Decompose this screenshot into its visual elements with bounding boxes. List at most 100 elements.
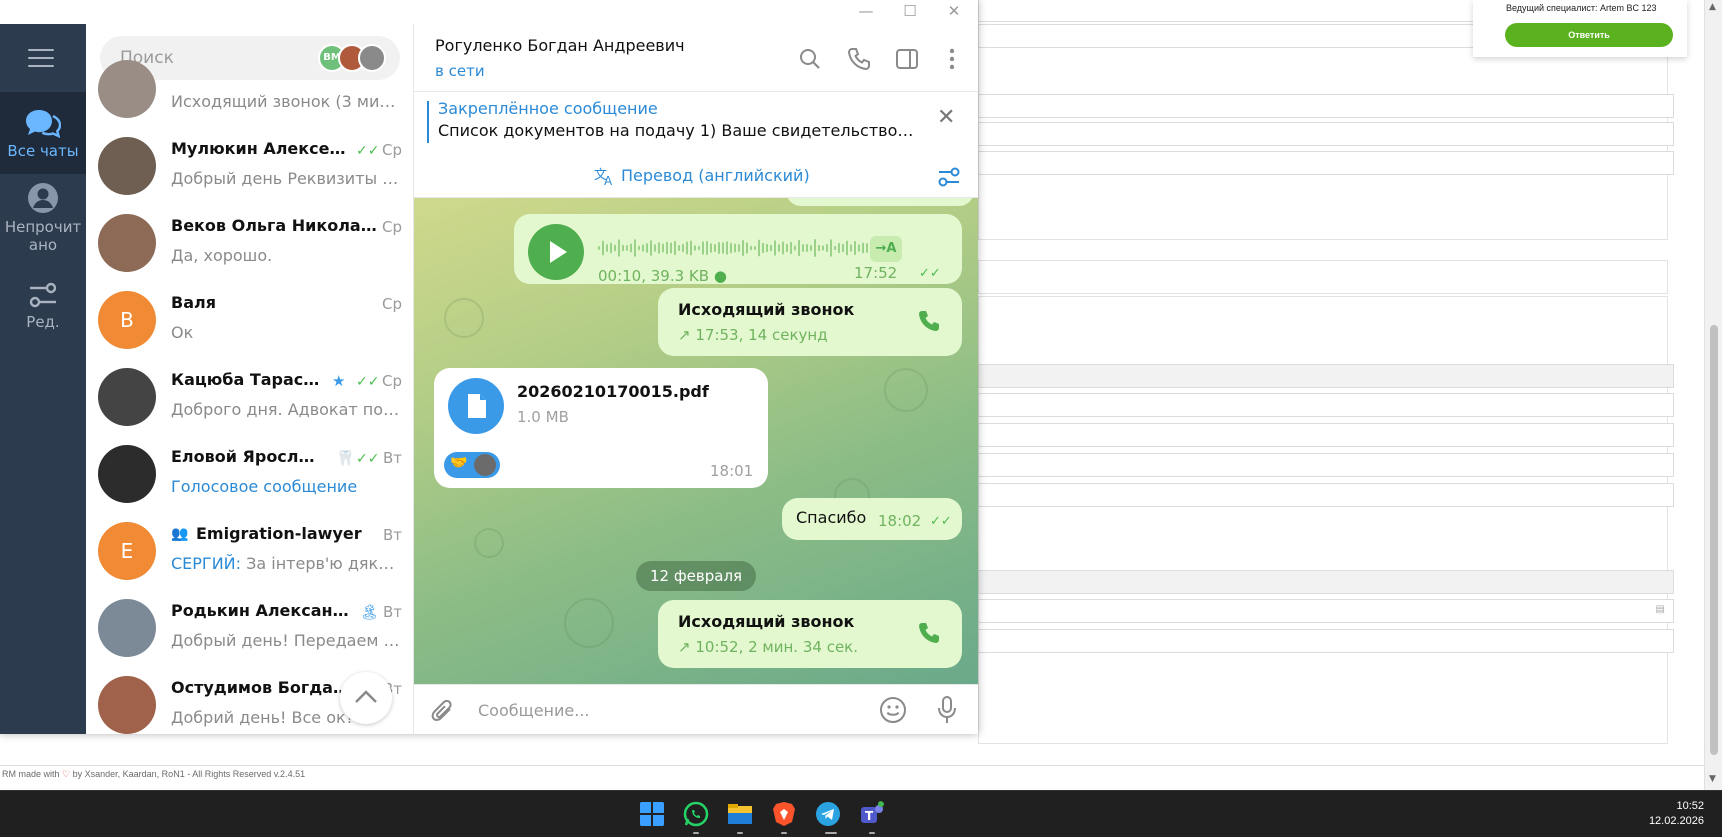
chat-item[interactable]: В Валя Ср Ок (86, 283, 413, 360)
chat-name: Остудимов Богдан А... (171, 678, 351, 697)
translate-settings-icon[interactable] (937, 166, 961, 188)
chat-item[interactable]: Мулюкин Алексей В... ✓✓ Ср Добрый день Р… (86, 129, 413, 206)
folder-edit[interactable]: Ред. (0, 277, 86, 347)
background-doodle (474, 528, 504, 558)
crm-field[interactable] (978, 122, 1674, 146)
chat-date: Вт (382, 603, 402, 621)
reply-button[interactable]: Ответить (1505, 23, 1673, 47)
message-input[interactable] (478, 697, 858, 723)
teams-icon[interactable]: T (859, 801, 885, 827)
crm-field[interactable] (978, 151, 1674, 175)
more-vertical-icon[interactable] (939, 46, 965, 72)
waveform-bar (618, 239, 620, 257)
conversation-header[interactable]: Рогуленко Богдан Андреевич в сети (414, 24, 978, 92)
hamburger-menu-icon[interactable] (28, 49, 54, 73)
outgoing-call-message[interactable]: Исходящий звонок ↗ 17:53, 14 секунд (658, 288, 962, 356)
message-time: 18:01 (710, 462, 754, 480)
chat-item[interactable]: Веков Ольга Николаевна Ср Да, хорошо. (86, 206, 413, 283)
scroll-to-top-button[interactable] (340, 672, 392, 724)
waveform-bar (686, 241, 688, 255)
crm-field[interactable] (978, 570, 1674, 594)
chat-preview: Голосовое сообщение (171, 477, 358, 496)
transcribe-button[interactable]: →A (870, 236, 902, 262)
message-bubble-partial[interactable] (786, 198, 974, 206)
minimize-icon[interactable]: — (844, 0, 888, 24)
chat-item[interactable]: E 👥 Emigration-lawyer Вт СЕРГИЙ: За інте… (86, 514, 413, 591)
running-indicator (737, 832, 743, 834)
document-icon[interactable] (448, 378, 504, 434)
brave-browser-icon[interactable] (771, 801, 797, 827)
contact-name[interactable]: Рогуленко Богдан Андреевич (435, 36, 685, 55)
folder-all-chats[interactable]: Все чаты (0, 92, 86, 174)
chat-item[interactable]: Родькин Александр ... 🏝 Вт Добрый день! … (86, 591, 413, 668)
crm-field[interactable] (978, 364, 1674, 388)
phone-icon[interactable] (846, 46, 872, 72)
whatsapp-icon[interactable] (683, 801, 709, 827)
file-explorer-icon[interactable] (727, 801, 753, 827)
close-window-icon[interactable]: ✕ (932, 0, 976, 24)
text-message[interactable]: Спасибо 18:02 ✓✓ (782, 498, 962, 540)
chat-preview: Да, хорошо. (171, 246, 273, 265)
voice-message[interactable]: →A 00:10, 39.3 KB ● 17:52 ✓✓ (514, 214, 962, 285)
scroll-up-arrow-icon[interactable]: ▲ (1709, 2, 1716, 12)
attach-icon[interactable] (430, 697, 456, 725)
file-message[interactable]: 20260210170015.pdf 1.0 MB 🤝 18:01 (434, 368, 768, 488)
scrollbar-thumb[interactable] (1710, 325, 1718, 755)
avatar (98, 599, 156, 657)
folder-unread[interactable]: Непрочит ано (0, 182, 86, 268)
microphone-icon[interactable] (936, 695, 958, 725)
windows-start-icon[interactable] (639, 801, 665, 827)
waveform-bar (706, 241, 708, 255)
system-clock[interactable]: 10:52 12.02.2026 (1649, 799, 1704, 829)
clock-time: 10:52 (1676, 800, 1704, 812)
chevron-up-icon (355, 690, 377, 703)
double-check-icon: ✓✓ (930, 514, 952, 529)
chat-item[interactable]: Еловой Ярослав ... 🦷 ✓✓ Вт Голосовое соо… (86, 437, 413, 514)
close-pinned-icon[interactable]: ✕ (937, 105, 955, 130)
play-button[interactable] (528, 224, 584, 280)
outgoing-call-message[interactable]: Исходящий звонок ↗ 10:52, 2 мин. 34 сек. (658, 600, 962, 668)
chat-preview: Ок (171, 323, 194, 342)
waveform-bar (818, 244, 820, 252)
sidebar-toggle-icon[interactable] (894, 46, 920, 72)
footer-suffix: by Xsander, Kaardan, RoN1 - All Rights R… (72, 769, 306, 779)
crm-field[interactable] (978, 94, 1674, 118)
avatar (98, 60, 156, 118)
search-icon[interactable] (797, 46, 823, 72)
chat-item[interactable]: Кацюба Тарас Бог... ★ ✓✓ Ср Доброго дня.… (86, 360, 413, 437)
tooth-icon: 🦷 (336, 449, 355, 467)
telegram-icon[interactable] (815, 801, 841, 827)
svg-text:T: T (865, 809, 874, 823)
background-doodle (884, 368, 928, 412)
call-back-icon[interactable] (916, 308, 942, 334)
file-name[interactable]: 20260210170015.pdf (517, 382, 709, 401)
call-back-icon[interactable] (916, 620, 942, 646)
chat-item[interactable]: Исходящий звонок (3 мин. ... (86, 52, 413, 129)
translate-label[interactable]: Перевод (английский) (621, 166, 810, 185)
running-indicator (781, 832, 787, 834)
avatar: E (98, 522, 156, 580)
maximize-icon[interactable]: ☐ (888, 0, 932, 24)
avatar (98, 676, 156, 734)
waveform[interactable] (598, 236, 874, 260)
scroll-down-arrow-icon[interactable]: ▼ (1709, 774, 1716, 784)
crm-field[interactable] (978, 483, 1674, 507)
heart-icon: ♡ (62, 769, 71, 779)
folder-label: Ред. (26, 313, 60, 331)
crm-field[interactable] (978, 453, 1674, 477)
waveform-bar (622, 244, 624, 252)
waveform-bar (674, 240, 676, 256)
translate-bar[interactable]: 文 A Перевод (английский) (414, 154, 978, 198)
crm-field[interactable] (978, 423, 1674, 447)
reactions[interactable]: 🤝 (444, 452, 500, 478)
waveform-bar (722, 242, 724, 254)
waveform-bar (602, 240, 604, 256)
crm-field[interactable] (978, 393, 1674, 417)
crm-field[interactable] (978, 629, 1674, 653)
page-scrollbar[interactable]: ▲ ▼ (1704, 0, 1722, 790)
file-glyph-icon (468, 394, 486, 418)
crm-date-field[interactable]: ▤ (978, 599, 1674, 623)
chat-preview: Добрый день Реквизиты пе... (171, 169, 401, 188)
calendar-icon[interactable]: ▤ (1656, 604, 1665, 615)
emoji-icon[interactable] (879, 696, 907, 724)
